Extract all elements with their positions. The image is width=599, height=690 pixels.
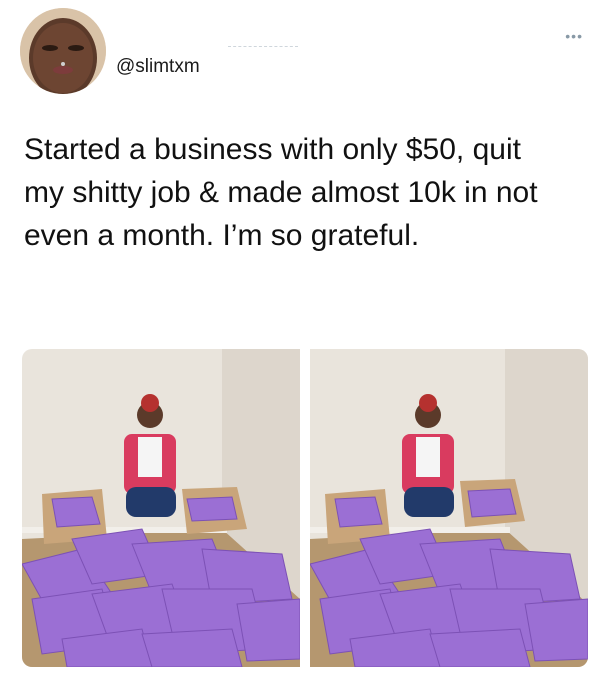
tweet-text: Started a business with only $50, quit m… (24, 133, 538, 252)
divider (228, 46, 298, 47)
media-grid (22, 349, 588, 667)
photo-right-image (310, 349, 588, 667)
photo-left-image (22, 349, 300, 667)
photo-left[interactable] (22, 349, 300, 667)
more-dots-icon[interactable]: ••• (565, 28, 583, 44)
avatar[interactable] (20, 8, 106, 94)
user-handle[interactable]: @slimtxm (116, 56, 200, 78)
avatar-image (20, 8, 106, 94)
photo-right[interactable] (310, 349, 588, 667)
